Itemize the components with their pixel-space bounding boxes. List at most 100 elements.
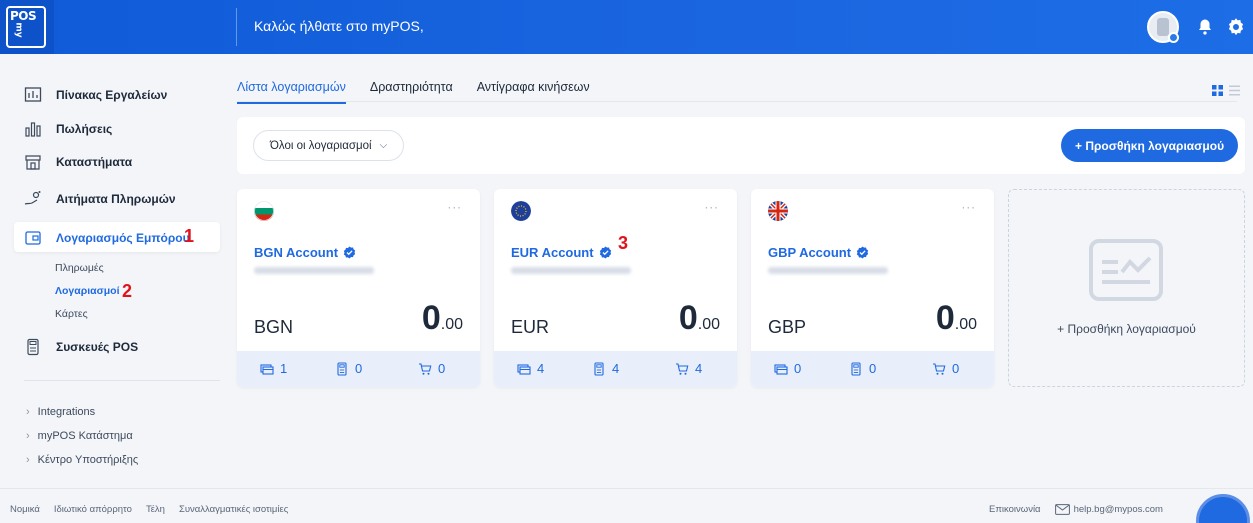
account-name[interactable]: BGN Account xyxy=(254,245,356,260)
cart-icon xyxy=(676,362,689,375)
cart-icon xyxy=(419,362,432,375)
sidebar-item-label: Λογαριασμός Εμπόρου xyxy=(56,231,190,245)
stat-value: 4 xyxy=(695,361,703,376)
currency-code: BGN xyxy=(254,317,294,337)
stat-stores[interactable]: 4 xyxy=(675,361,702,376)
currency-code: EUR xyxy=(511,317,550,337)
sidebar-link-integrations[interactable]: › Integrations xyxy=(26,406,95,418)
stat-cards[interactable]: 0 xyxy=(774,361,801,376)
footer-links: Νομικά Ιδιωτικό απόρρητο Τέλη Συναλλαγμα… xyxy=(10,504,302,515)
account-name-text: EUR Account xyxy=(511,245,594,260)
account-card-bgn[interactable]: ··· BGN Account BGN 0 .00 1 0 0 xyxy=(237,189,480,387)
stat-devices[interactable]: 0 xyxy=(849,361,876,376)
account-balance: 0 .00 xyxy=(422,299,463,338)
footer-link-fees[interactable]: Τέλη xyxy=(146,504,165,515)
accounts-toolbar: Όλοι οι λογαριασμοί ⌵ + Προσθήκη λογαρια… xyxy=(237,117,1245,174)
add-account-card[interactable]: + Προσθήκη λογαριασμού xyxy=(1008,189,1245,387)
card-stack-icon xyxy=(774,363,788,375)
balance-integer: 0 xyxy=(935,299,955,337)
iban-blurred xyxy=(254,267,374,274)
grid-view-icon[interactable] xyxy=(1212,85,1223,96)
cart-icon xyxy=(933,362,946,375)
bell-icon[interactable] xyxy=(1196,18,1214,36)
sidebar-item-label: Καταστήματα xyxy=(56,155,133,169)
sidebar-item-label: Πίνακας Εργαλείων xyxy=(56,88,168,102)
account-card-eur[interactable]: ··· EUR Account 3 EUR 0 .00 4 4 4 xyxy=(494,189,737,387)
card-menu-icon[interactable]: ··· xyxy=(705,201,719,215)
card-menu-icon[interactable]: ··· xyxy=(448,201,462,215)
uk-flag-icon xyxy=(768,201,788,221)
gear-icon[interactable] xyxy=(1226,17,1246,37)
footer-link-exchange-rates[interactable]: Συναλλαγματικές ισοτιμίες xyxy=(179,504,288,515)
card-stack-icon xyxy=(260,363,274,375)
balance-decimal: .00 xyxy=(954,316,977,333)
bg-flag-icon xyxy=(254,201,274,221)
merchant-account-icon xyxy=(25,231,41,245)
list-view-icon[interactable] xyxy=(1229,85,1240,96)
stat-value: 1 xyxy=(280,361,288,376)
chevron-right-icon: › xyxy=(26,406,30,418)
stat-value: 0 xyxy=(794,361,802,376)
sidebar-item-merchant-account[interactable]: Λογαριασμός Εμπόρου xyxy=(24,229,190,247)
add-account-card-label: + Προσθήκη λογαριασμού xyxy=(1057,322,1196,336)
footer-email-link[interactable]: help.bg@mypos.com xyxy=(1074,504,1163,515)
pos-terminal-icon xyxy=(594,361,604,376)
top-header: POS my Καλώς ήλθατε στο myPOS, xyxy=(0,0,1253,54)
balance-integer: 0 xyxy=(678,299,698,337)
sidebar-item-payment-requests[interactable]: Αιτήματα Πληρωμών xyxy=(24,190,176,208)
sidebar-link-support-center[interactable]: › Κέντρο Υποστήριξης xyxy=(26,454,138,466)
sidebar-item-pos-devices[interactable]: Συσκευές POS xyxy=(24,338,138,356)
sidebar-item-label: Πωλήσεις xyxy=(56,122,113,136)
help-chat-button[interactable] xyxy=(1196,494,1250,523)
pos-device-icon xyxy=(27,338,39,356)
footer-link-legal[interactable]: Νομικά xyxy=(10,504,40,515)
sidebar-subitem-accounts[interactable]: Λογαριασμοί xyxy=(55,285,120,297)
payment-request-icon xyxy=(24,191,41,205)
stat-cards[interactable]: 1 xyxy=(260,361,287,376)
stat-stores[interactable]: 0 xyxy=(418,361,445,376)
mypos-logo[interactable]: POS my xyxy=(6,6,46,48)
sidebar-subitem-payments[interactable]: Πληρωμές xyxy=(55,262,104,274)
sidebar-item-label: Συσκευές POS xyxy=(56,340,139,354)
verified-icon xyxy=(599,246,611,259)
card-stats-bar: 1 0 0 xyxy=(237,351,480,387)
logo-side-text: my xyxy=(13,22,24,38)
stat-value: 0 xyxy=(869,361,877,376)
stat-cards[interactable]: 4 xyxy=(517,361,544,376)
sidebar-divider xyxy=(24,380,220,381)
account-name[interactable]: EUR Account xyxy=(511,245,612,260)
stat-devices[interactable]: 0 xyxy=(335,361,362,376)
card-stats-bar: 0 0 0 xyxy=(751,351,994,387)
verified-icon xyxy=(343,246,356,259)
sidebar-link-mypos-store[interactable]: › myPOS Κατάστημα xyxy=(26,430,133,442)
sidebar-item-stores[interactable]: Καταστήματα xyxy=(24,153,132,171)
account-filter-dropdown[interactable]: Όλοι οι λογαριασμοί ⌵ xyxy=(253,130,405,161)
footer-link-contact[interactable]: Επικοινωνία xyxy=(989,504,1041,515)
chevron-down-icon: ⌵ xyxy=(379,140,388,151)
card-menu-icon[interactable]: ··· xyxy=(962,201,976,215)
stat-devices[interactable]: 4 xyxy=(592,361,619,376)
annotation-number-2: 2 xyxy=(122,281,133,301)
store-icon xyxy=(25,155,41,170)
stat-value: 4 xyxy=(537,361,545,376)
user-avatar[interactable] xyxy=(1147,11,1179,43)
account-name[interactable]: GBP Account xyxy=(768,245,869,260)
stat-stores[interactable]: 0 xyxy=(932,361,959,376)
stat-value: 0 xyxy=(952,361,960,376)
sidebar-subitem-cards[interactable]: Κάρτες xyxy=(55,308,88,320)
pos-terminal-icon xyxy=(337,361,347,376)
footer-link-privacy[interactable]: Ιδιωτικό απόρρητο xyxy=(54,504,132,515)
annotation-number-3: 3 xyxy=(618,233,629,253)
account-card-gbp[interactable]: ··· GBP Account GBP 0 .00 0 0 0 xyxy=(751,189,994,387)
avatar-image xyxy=(1157,18,1169,36)
sidebar-item-sales[interactable]: Πωλήσεις xyxy=(24,120,112,138)
logo-text: POS xyxy=(10,9,37,23)
tabs-underline xyxy=(237,101,1237,102)
add-account-button[interactable]: + Προσθήκη λογαριασμού xyxy=(1061,129,1239,162)
chevron-right-icon: › xyxy=(26,454,30,466)
card-stats-bar: 4 4 4 xyxy=(494,351,737,387)
logo-area[interactable]: POS my xyxy=(0,0,54,54)
sidebar-item-dashboard[interactable]: Πίνακας Εργαλείων xyxy=(24,86,167,104)
mail-icon xyxy=(1054,504,1070,515)
sidebar-link-label: Integrations xyxy=(37,406,96,418)
